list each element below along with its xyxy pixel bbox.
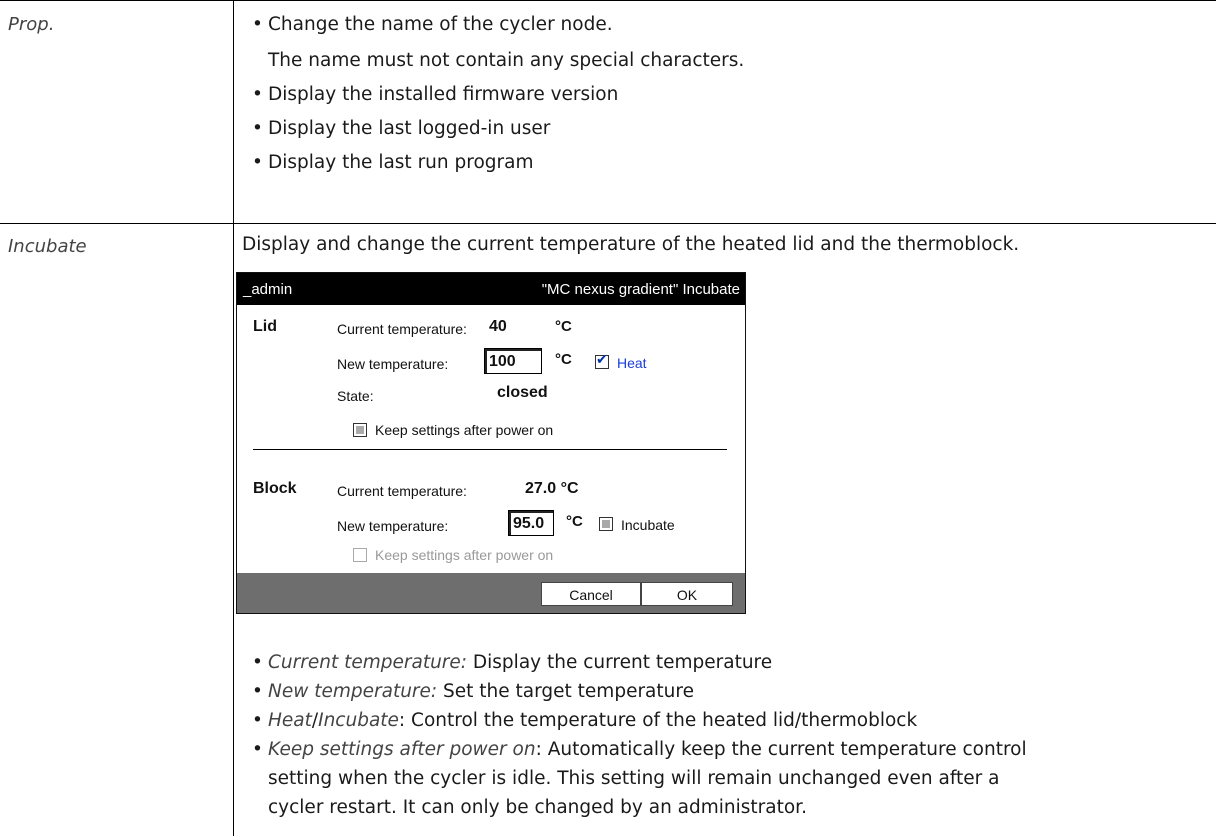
- block-current-temp-label: Current temperature:: [337, 483, 467, 499]
- dialog-user-label: _admin: [243, 281, 293, 298]
- lid-current-temp-value: 40: [489, 318, 507, 335]
- lid-current-temp-unit: °C: [555, 318, 572, 335]
- dialog-title: "MC nexus gradient" Incubate: [541, 281, 740, 298]
- cancel-button[interactable]: Cancel: [541, 582, 641, 606]
- block-current-temp-value: 27.0 °C: [525, 480, 579, 497]
- lid-state-label: State:: [337, 388, 374, 404]
- lid-keep-settings-checkbox[interactable]: [353, 423, 367, 437]
- block-new-temp-label: New temperature:: [337, 518, 449, 534]
- lid-new-temp-input[interactable]: 100: [484, 348, 542, 374]
- column-divider: [233, 0, 234, 836]
- lid-keep-settings-label[interactable]: Keep settings after power on: [375, 422, 553, 438]
- lid-new-temp-label: New temperature:: [337, 356, 449, 372]
- block-keep-settings-checkbox: [353, 548, 367, 562]
- list-item: • Display the last run program: [252, 152, 534, 173]
- incubate-notes-list: • Current temperature: Display the curren…: [248, 650, 1027, 821]
- list-item: • New temperature: Set the target tempera…: [252, 681, 694, 702]
- block-new-temp-input[interactable]: 95.0: [508, 510, 554, 536]
- lid-heat-label[interactable]: Heat: [617, 355, 647, 371]
- lid-section-title: Lid: [253, 318, 277, 335]
- section-divider: [253, 449, 727, 450]
- incubate-dialog: _admin "MC nexus gradient" Incubate Lid …: [236, 272, 746, 614]
- list-item: • Display the last logged-in user: [252, 118, 551, 139]
- block-section-title: Block: [253, 480, 297, 497]
- dialog-title-bar: _admin "MC nexus gradient" Incubate: [237, 273, 745, 305]
- list-item: • Heat/Incubate: Control the temperature …: [252, 710, 918, 731]
- block-incubate-label[interactable]: Incubate: [621, 517, 675, 533]
- lid-state-value: closed: [497, 384, 548, 401]
- list-item: • Display the installed firmware version: [252, 84, 619, 105]
- list-item: • Keep settings after power on: Automatic…: [252, 739, 1027, 818]
- list-item: • Current temperature: Display the curren…: [252, 652, 773, 673]
- lid-current-temp-label: Current temperature:: [337, 321, 467, 337]
- table-top-border: [0, 0, 1216, 1]
- lid-heat-checkbox[interactable]: [595, 352, 609, 369]
- row-divider: [0, 223, 1216, 224]
- dialog-footer: Cancel OK: [237, 573, 745, 613]
- ok-button[interactable]: OK: [641, 582, 733, 606]
- row-label-prop: Prop.: [8, 14, 55, 35]
- incubate-intro-text: Display and change the current temperatu…: [242, 234, 1020, 255]
- block-new-temp-unit: °C: [566, 513, 583, 530]
- prop-bullet-list: • Change the name of the cycler node. The …: [248, 12, 744, 176]
- lid-new-temp-unit: °C: [555, 351, 572, 368]
- row-label-incubate: Incubate: [8, 236, 87, 257]
- block-incubate-checkbox[interactable]: [599, 517, 613, 531]
- list-item: • Change the name of the cycler node. The …: [252, 14, 745, 71]
- block-keep-settings-label: Keep settings after power on: [375, 547, 554, 563]
